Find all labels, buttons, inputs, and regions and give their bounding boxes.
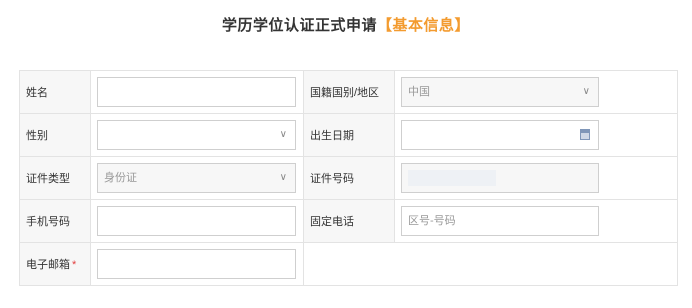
email-input[interactable] — [97, 249, 296, 279]
birthdate-label: 出生日期 — [303, 113, 395, 157]
required-mark: * — [72, 259, 77, 271]
id-type-select[interactable]: 身份证 ∨ — [97, 163, 296, 193]
id-type-label: 证件类型 — [19, 156, 91, 200]
name-cell — [90, 70, 304, 114]
email-label-text: 电子邮箱 — [26, 259, 70, 271]
name-label: 姓名 — [19, 70, 91, 114]
chevron-down-icon: ∨ — [279, 172, 287, 183]
landline-cell: 区号-号码 — [394, 199, 678, 243]
id-number-label: 证件号码 — [303, 156, 395, 200]
nationality-cell: 中国 ∨ — [394, 70, 678, 114]
form-row: 证件类型 身份证 ∨ 证件号码 — [19, 156, 678, 200]
mobile-cell — [90, 199, 304, 243]
empty-cell — [303, 242, 678, 286]
chevron-down-icon: ∨ — [582, 86, 590, 97]
id-type-value: 身份证 — [104, 172, 137, 184]
masked-value — [408, 170, 496, 186]
form-row: 性别 ∨ 出生日期 — [19, 113, 678, 157]
landline-input[interactable]: 区号-号码 — [401, 206, 599, 236]
birthdate-cell — [394, 113, 678, 157]
page-title-section: 【基本信息】 — [377, 17, 471, 34]
gender-select[interactable]: ∨ — [97, 120, 296, 150]
page-title-main: 学历学位认证正式申请 — [221, 17, 377, 34]
id-number-input[interactable] — [401, 163, 599, 193]
nationality-label: 国籍国别/地区 — [303, 70, 395, 114]
name-input[interactable] — [97, 77, 296, 107]
id-number-cell — [394, 156, 678, 200]
email-cell — [90, 242, 304, 286]
form-row: 电子邮箱 * — [19, 242, 678, 286]
landline-label: 固定电话 — [303, 199, 395, 243]
chevron-down-icon: ∨ — [279, 129, 287, 140]
nationality-select[interactable]: 中国 ∨ — [401, 77, 599, 107]
page-title: 学历学位认证正式申请【基本信息】 — [0, 14, 692, 35]
basic-info-form: 姓名 国籍国别/地区 中国 ∨ 性别 ∨ 出生日期 证件类型 身份证 ∨ 证件号… — [19, 70, 678, 286]
gender-cell: ∨ — [90, 113, 304, 157]
form-row: 手机号码 固定电话 区号-号码 — [19, 199, 678, 243]
email-label: 电子邮箱 * — [19, 242, 91, 286]
landline-placeholder: 区号-号码 — [408, 215, 456, 227]
calendar-icon[interactable] — [580, 129, 590, 140]
nationality-value: 中国 — [408, 86, 430, 98]
form-row: 姓名 国籍国别/地区 中国 ∨ — [19, 70, 678, 114]
id-type-cell: 身份证 ∨ — [90, 156, 304, 200]
mobile-input[interactable] — [97, 206, 296, 236]
birthdate-input[interactable] — [401, 120, 599, 150]
mobile-label: 手机号码 — [19, 199, 91, 243]
gender-label: 性别 — [19, 113, 91, 157]
